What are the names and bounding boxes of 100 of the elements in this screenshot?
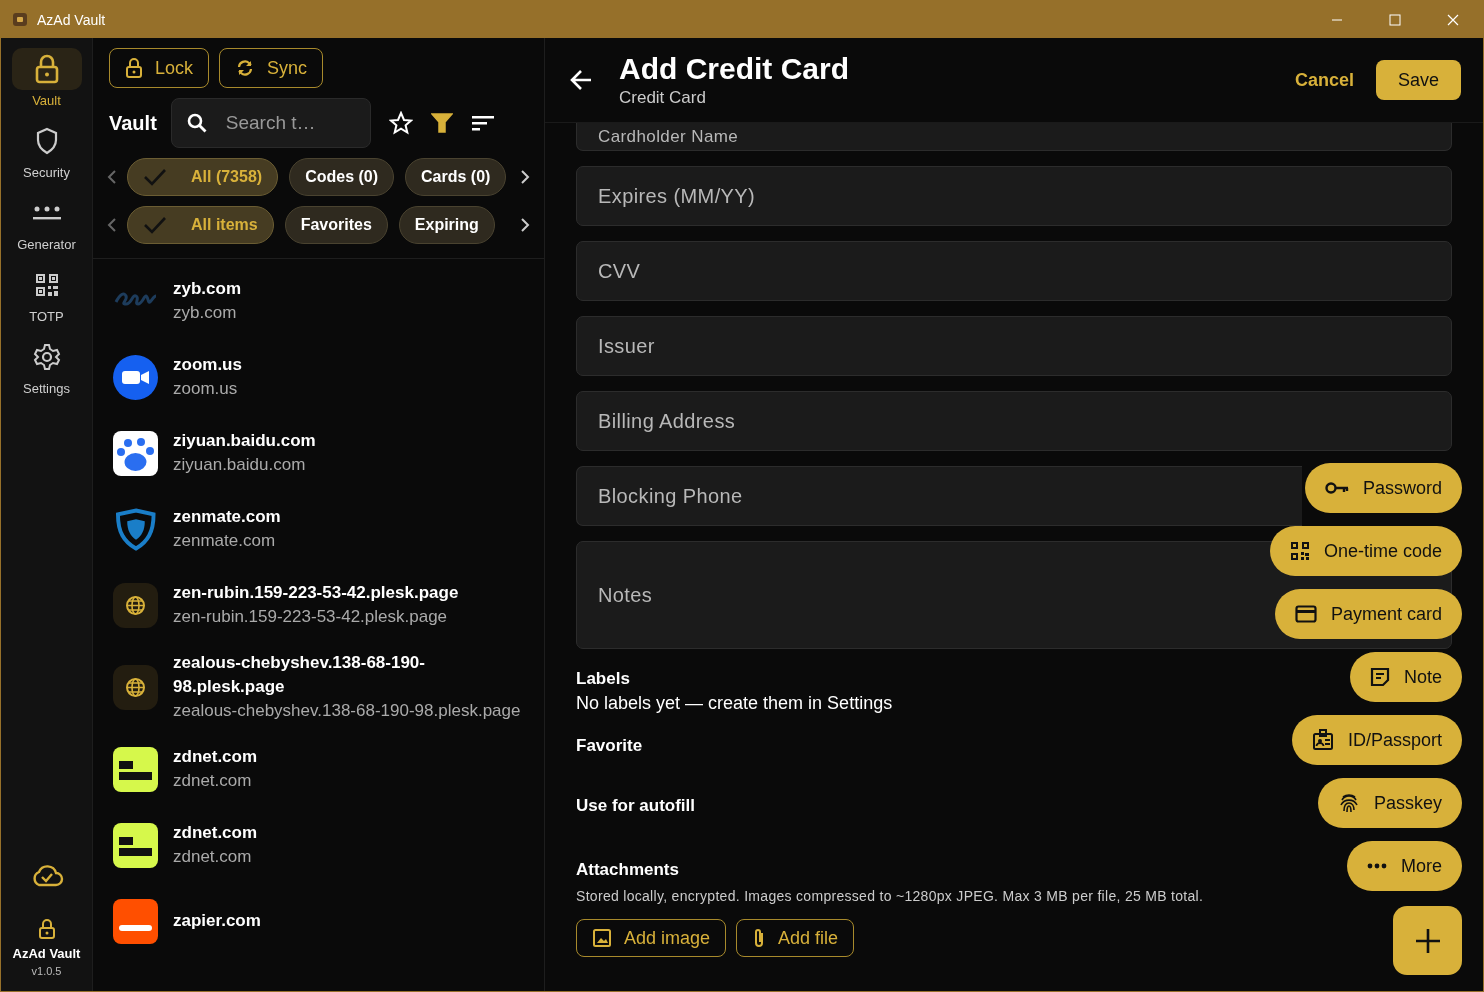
input-field[interactable]: Issuer [576,316,1452,376]
settings-icon [32,343,61,371]
site-list-item[interactable]: zyb.com zyb.com [93,263,544,339]
cancel-button[interactable]: Cancel [1288,68,1360,92]
item-subtitle: zoom.us [173,378,239,400]
attachments-note: Stored locally, encrypted. Images compressed to ~1280px JPEG. Max 3 MB per file, 25 MB total. [576,888,1204,904]
site-logo-icon [113,898,158,944]
qr-code-icon [1289,541,1310,561]
chevron-left-icon[interactable] [107,169,117,185]
shield-icon [34,127,59,155]
filter-icon[interactable] [430,112,453,134]
favorite-label: Favorite [576,736,643,756]
site-list-item[interactable]: zenmate.com zenmate.com [93,491,544,567]
site-list-item[interactable]: zen-rubin.159-223-53-42.plesk.page zen-rubin.159-223-53-42.plesk.page [93,567,544,643]
password-icon [31,204,62,222]
item-subtitle: zealous-chebyshev.138-68-190-98.plesk.page [173,700,522,722]
menu-item[interactable]: Payment card [1274,589,1462,639]
autofill-label: Use for autofill [576,796,695,816]
app-version: v1.0.5 [31,965,62,977]
labels-note: No labels yet — create them in Settings [576,693,893,714]
input-field[interactable]: Billing Address [576,391,1452,451]
item-title: zoom.us [173,354,242,376]
page-title: Add Credit Card [619,52,850,86]
filter-chip[interactable]: Codes (0) [289,158,395,196]
lock-icon [125,57,143,79]
lock-icon [33,54,60,84]
item-title: zdnet.com [173,822,258,844]
add-image-button[interactable]: Add image [576,919,727,957]
search-icon [185,112,208,134]
save-button[interactable]: Save [1375,60,1461,100]
item-title: zenmate.com [173,506,281,528]
site-logo-icon [113,822,158,868]
nav-item[interactable]: TOTP [11,264,82,324]
filter-chip[interactable]: All items [127,206,274,244]
back-arrow-icon[interactable] [569,69,593,91]
globe-icon [113,582,158,628]
add-file-button[interactable]: Add file [736,919,855,957]
item-title: zyb.com [173,278,242,300]
menu-item[interactable]: Password [1304,463,1462,513]
input-field[interactable]: Expires (MM/YY) [576,166,1452,226]
nav-item[interactable]: Security [11,120,82,180]
menu-item[interactable]: ID/Passport [1291,715,1462,765]
plus-icon [1414,927,1441,954]
nav-item[interactable]: Generator [11,192,82,252]
site-list-item[interactable]: zdnet.com zdnet.com [93,807,544,883]
filter-chip[interactable]: Cards (0) [405,158,507,196]
input-field[interactable]: CVV [576,241,1452,301]
credit-card-icon [1294,605,1317,623]
item-subtitle: ziyuan.baidu.com [173,454,307,476]
site-list-item[interactable]: zealous-chebyshev.138-68-190-98.plesk.page zealous-chebyshev.138-68-190-98.plesk.page [93,643,544,731]
qr-code-icon [34,273,59,297]
lock-button[interactable]: Lock [109,48,210,88]
site-list-item[interactable]: zdnet.com zdnet.com [93,731,544,807]
section-heading: Labels [576,669,630,689]
shield-logo-icon [115,507,156,551]
chevron-right-icon[interactable] [520,217,530,233]
chevron-left-icon[interactable] [107,217,117,233]
app-name: AzAd Vault [12,946,81,961]
item-title: ziyuan.baidu.com [173,430,316,452]
page-subtitle: Credit Card [619,88,707,108]
menu-item[interactable]: One-time code [1269,526,1462,576]
site-list-item[interactable]: zapier.com [93,883,544,959]
item-subtitle: zen-rubin.159-223-53-42.plesk.page [173,606,449,628]
sort-icon[interactable] [470,114,495,132]
note-icon [1369,667,1390,687]
search-field[interactable]: Search t… [170,98,371,148]
add-button[interactable] [1393,906,1462,975]
star-icon[interactable] [388,111,413,135]
image-icon [592,928,612,948]
item-title: zealous-chebyshev.138-68-190-98.plesk.page [173,652,426,698]
site-list-item[interactable]: zoom.us zoom.us [93,339,544,415]
key-icon [1324,481,1349,495]
sync-button[interactable]: Sync [219,48,324,88]
more-icon [1367,863,1387,869]
paw-logo-icon [113,430,158,476]
filter-chip[interactable]: Favorites [284,206,388,244]
menu-item[interactable]: Passkey [1317,778,1462,828]
window-title: AzAd Vault [37,11,106,28]
item-title: zdnet.com [173,746,258,768]
site-list-item[interactable]: ziyuan.baidu.com ziyuan.baidu.com [93,415,544,491]
chevron-right-icon[interactable] [520,169,530,185]
item-title: zapier.com [173,910,261,932]
check-icon [143,216,167,234]
section-heading: Attachments [576,860,679,880]
menu-item[interactable]: More [1347,841,1462,891]
menu-item[interactable]: Note [1349,652,1462,702]
globe-icon [113,664,158,710]
list-heading: Vault [109,111,157,135]
site-logo-icon [113,746,158,792]
lock-icon [37,918,56,940]
camera-logo-icon [113,354,158,400]
input-field[interactable]: Cardholder Name [576,123,1452,151]
nav-item[interactable]: Settings [11,336,82,396]
check-icon [143,168,167,186]
id-badge-icon [1311,729,1334,751]
filter-chip[interactable]: Expiring [398,206,495,244]
input-field[interactable]: Blocking Phone [576,466,1302,526]
filter-chip[interactable]: All (7358) [127,158,279,196]
maximize-icon[interactable] [1389,13,1401,26]
close-icon[interactable] [1447,13,1459,26]
